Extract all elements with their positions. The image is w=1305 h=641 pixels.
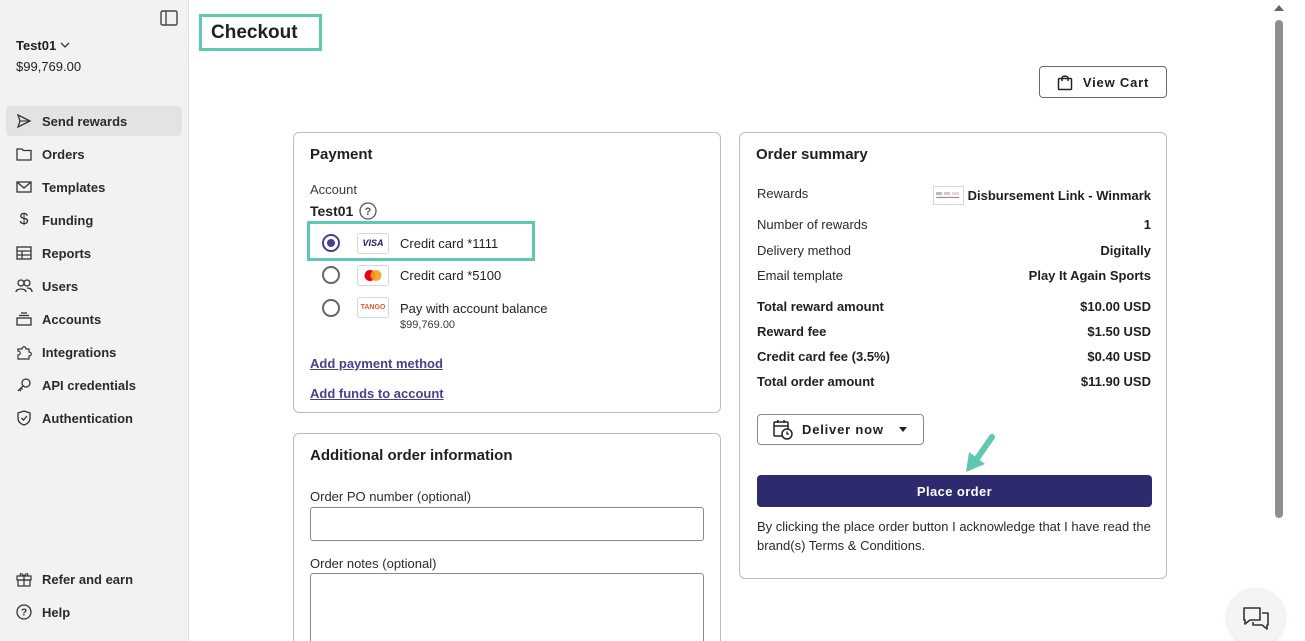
additional-info-card: Additional order information Order PO nu… [293, 433, 721, 641]
sidebar-item-label: Reports [42, 245, 92, 261]
order-notes-textarea[interactable] [310, 573, 704, 641]
mastercard-logo-icon [357, 264, 389, 286]
additional-info-title: Additional order information [310, 447, 513, 464]
tango-logo-icon: TANGO [357, 297, 389, 318]
svg-text:?: ? [21, 608, 27, 619]
sidebar-item-help[interactable]: ? Help [6, 597, 182, 627]
chat-button[interactable] [1228, 590, 1284, 641]
sidebar-item-label: Users [42, 278, 79, 294]
payment-option-mastercard[interactable]: Credit card *5100 [310, 260, 501, 290]
payment-option-balance[interactable]: TANGO Pay with account balance $99,769.0… [310, 293, 547, 335]
sidebar-item-label: Funding [42, 212, 94, 228]
account-label: Account [310, 182, 357, 197]
sidebar-item-label: Accounts [42, 311, 102, 327]
sidebar-item-funding[interactable]: $ Funding [6, 205, 182, 235]
chat-bubbles-icon [1243, 607, 1269, 630]
sidebar-item-reports[interactable]: Reports [6, 238, 182, 268]
sidebar-item-integrations[interactable]: Integrations [6, 337, 182, 367]
sidebar-item-label: Authentication [42, 410, 133, 426]
order-summary-title: Order summary [756, 146, 868, 163]
deliver-now-label: Deliver now [802, 422, 884, 437]
sidebar: Test01 $99,769.00 Send rewards Orders Te… [0, 0, 189, 641]
account-switcher-name: Test01 [16, 38, 57, 53]
users-icon [15, 277, 33, 295]
sidebar-item-authentication[interactable]: Authentication [6, 403, 182, 433]
page-title: Checkout [199, 14, 322, 51]
sidebar-item-label: Send rewards [42, 113, 128, 129]
sidebar-item-api-credentials[interactable]: API credentials [6, 370, 182, 400]
gift-icon [15, 570, 33, 588]
stack-icon [15, 310, 33, 328]
caret-down-icon [898, 427, 907, 432]
envelope-icon [15, 178, 33, 196]
table-icon [15, 244, 33, 262]
summary-row-credit-card-fee: Credit card fee (3.5%) $0.40 USD [757, 349, 1151, 364]
visa-logo-icon: VISA [357, 232, 389, 254]
deliver-now-dropdown[interactable]: Deliver now [757, 414, 924, 445]
summary-row-total-order-amount: Total order amount $11.90 USD [757, 374, 1151, 389]
folder-icon [15, 145, 33, 163]
summary-row-delivery-method: Delivery method Digitally [757, 243, 1151, 258]
sidebar-item-accounts[interactable]: Accounts [6, 304, 182, 334]
order-summary-card: Order summary Rewards Disbursement Link … [739, 132, 1167, 579]
sidebar-item-users[interactable]: Users [6, 271, 182, 301]
terms-disclaimer: By clicking the place order button I ack… [757, 519, 1151, 553]
po-number-label: Order PO number (optional) [310, 489, 472, 504]
help-icon: ? [15, 603, 33, 621]
account-name: Test01 ? [310, 202, 377, 220]
calendar-clock-icon [773, 420, 793, 440]
sidebar-item-templates[interactable]: Templates [6, 172, 182, 202]
chevron-down-icon [60, 42, 70, 48]
shopping-bag-icon [1057, 74, 1073, 90]
view-cart-button[interactable]: View Cart [1039, 66, 1167, 98]
sidebar-nav: Send rewards Orders Templates $ Funding … [6, 106, 182, 436]
account-balance-value: $99,769.00 [400, 319, 456, 331]
svg-text:?: ? [365, 206, 372, 218]
scrollbar-thumb[interactable] [1275, 20, 1283, 518]
scroll-up-icon[interactable] [1274, 4, 1284, 12]
sidebar-item-label: Help [42, 604, 71, 620]
summary-row-rewards: Rewards Disbursement Link - Winmark [757, 186, 1151, 205]
sidebar-item-label: Orders [42, 146, 85, 162]
sidebar-item-send-rewards[interactable]: Send rewards [6, 106, 182, 136]
sidebar-item-label: API credentials [42, 377, 136, 393]
payment-card: Payment Account Test01 ? VISA Credit car… [293, 132, 721, 413]
payment-option-label: Credit card *1111 [400, 235, 499, 251]
summary-row-reward-fee: Reward fee $1.50 USD [757, 324, 1151, 339]
view-cart-label: View Cart [1082, 74, 1150, 90]
payment-radio-mastercard[interactable] [322, 266, 340, 284]
puzzle-icon [15, 343, 33, 361]
sidebar-item-orders[interactable]: Orders [6, 139, 182, 169]
sidebar-item-label: Refer and earn [42, 571, 134, 587]
sidebar-item-label: Integrations [42, 344, 117, 360]
account-switcher[interactable]: Test01 [16, 38, 70, 53]
payment-option-label: Credit card *5100 [400, 267, 502, 283]
summary-row-total-reward-amount: Total reward amount $10.00 USD [757, 299, 1151, 314]
add-funds-link[interactable]: Add funds to account [310, 386, 444, 401]
payment-radio-balance[interactable] [322, 299, 340, 317]
payment-title: Payment [310, 146, 373, 163]
brand-thumbnail-icon [932, 186, 964, 205]
sidebar-item-refer-and-earn[interactable]: Refer and earn [6, 564, 182, 594]
payment-option-visa[interactable]: VISA Credit card *1111 [310, 228, 498, 258]
account-name-text: Test01 [310, 203, 354, 219]
sidebar-item-label: Templates [42, 179, 106, 195]
shield-icon [15, 409, 33, 427]
po-number-input[interactable] [310, 507, 704, 541]
sidebar-bottom-nav: Refer and earn ? Help [6, 564, 182, 630]
account-balance: $99,769.00 [16, 59, 82, 74]
key-icon [15, 376, 33, 394]
dollar-icon: $ [19, 211, 29, 228]
sidebar-collapse-icon[interactable] [160, 10, 178, 26]
payment-option-label: Pay with account balance [400, 301, 548, 316]
send-icon [15, 112, 33, 130]
summary-row-email-template: Email template Play It Again Sports [757, 268, 1151, 283]
annotation-arrow-icon [966, 434, 995, 472]
add-payment-method-link[interactable]: Add payment method [310, 356, 443, 371]
help-circle-icon[interactable]: ? [359, 202, 377, 220]
payment-radio-visa[interactable] [322, 234, 340, 252]
summary-row-number-of-rewards: Number of rewards 1 [757, 217, 1151, 232]
place-order-button[interactable]: Place order [757, 475, 1152, 507]
order-notes-label: Order notes (optional) [310, 556, 437, 571]
